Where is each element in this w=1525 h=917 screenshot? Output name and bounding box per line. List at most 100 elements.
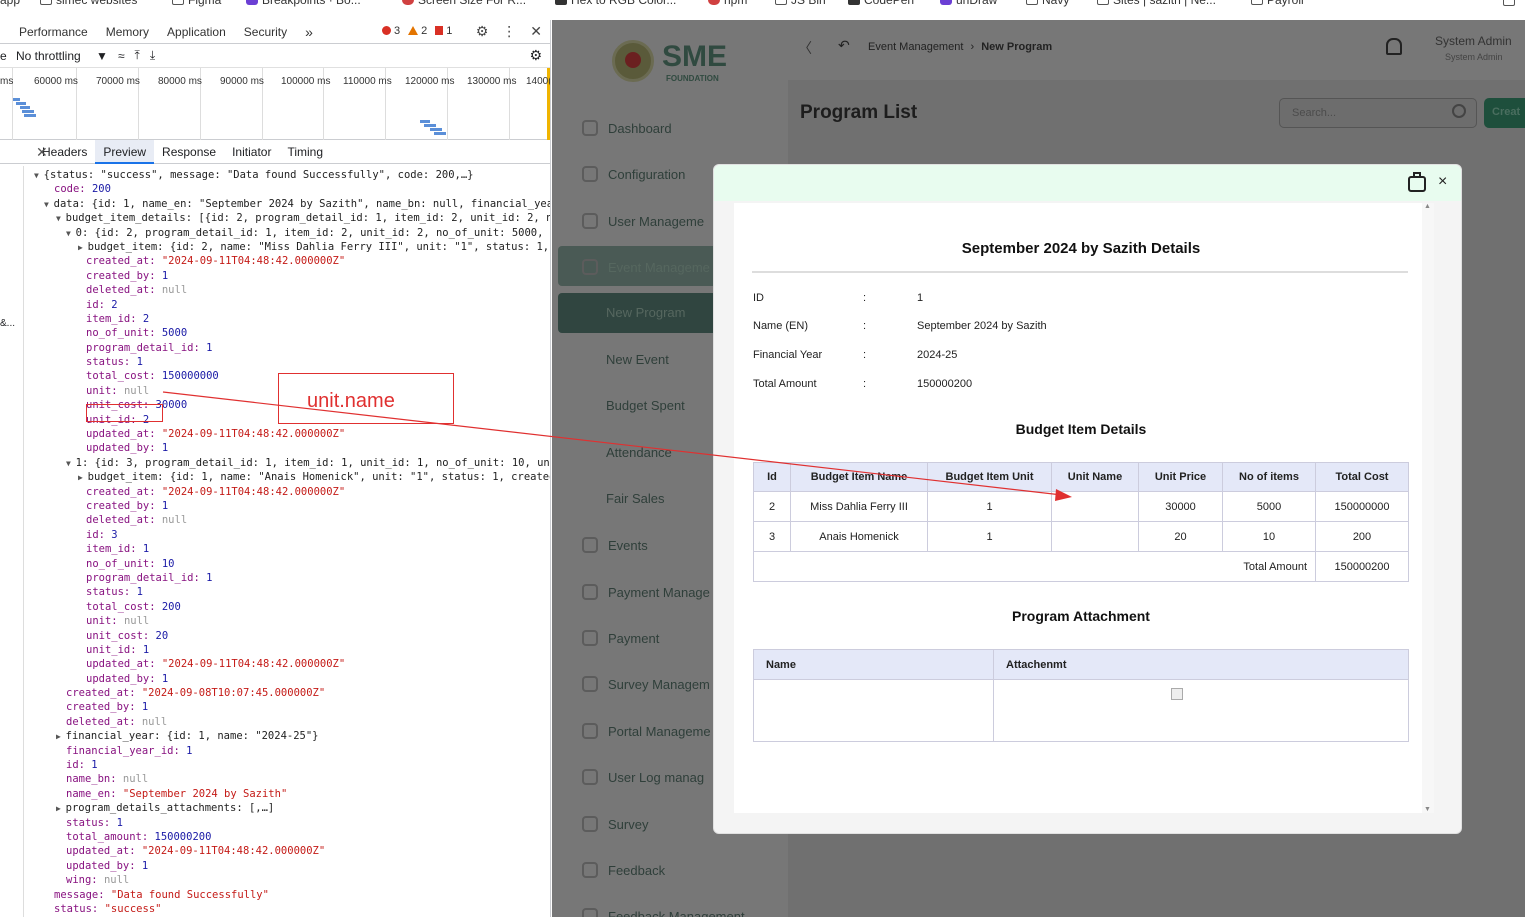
- json-tree-row[interactable]: ▼ {status: "success", message: "Data fou…: [0, 168, 550, 182]
- json-tree-row[interactable]: status: "success": [0, 902, 550, 916]
- json-tree-row[interactable]: created_by: 1: [0, 700, 550, 714]
- sidebar-item[interactable]: Event Manageme: [582, 259, 710, 275]
- tab-memory[interactable]: Memory: [97, 25, 158, 39]
- sidebar-item[interactable]: Budget Spent: [606, 398, 685, 413]
- json-tree-row[interactable]: id: 3: [0, 528, 550, 542]
- bookmark-item[interactable]: Navy: [1026, 0, 1069, 7]
- sidebar-item[interactable]: Survey Managem: [582, 676, 710, 692]
- json-tree-row[interactable]: unit_id: 1: [0, 643, 550, 657]
- json-tree-row[interactable]: unit: null: [0, 614, 550, 628]
- expand-toggle-icon[interactable]: ▼: [56, 214, 66, 223]
- subtab-preview[interactable]: Preview: [95, 139, 155, 164]
- json-tree-row[interactable]: ▼ 1: {id: 3, program_detail_id: 1, item_…: [0, 456, 550, 470]
- json-tree-row[interactable]: updated_at: "2024-09-11T04:48:42.000000Z…: [0, 427, 550, 441]
- json-tree-row[interactable]: status: 1: [0, 816, 550, 830]
- json-tree-row[interactable]: ▼ data: {id: 1, name_en: "September 2024…: [0, 197, 550, 211]
- json-tree-row[interactable]: financial_year_id: 1: [0, 744, 550, 758]
- settings-gear-icon[interactable]: ⚙: [476, 23, 489, 40]
- json-tree-row[interactable]: ▶ program_details_attachments: [,…]: [0, 801, 550, 815]
- sidebar-item[interactable]: Dashboard: [582, 120, 672, 136]
- tab-security[interactable]: Security: [235, 25, 296, 39]
- json-tree-row[interactable]: deleted_at: null: [0, 283, 550, 297]
- wifi-icon[interactable]: ≈: [118, 49, 125, 63]
- breadcrumb-event-management[interactable]: Event Management: [868, 41, 963, 53]
- search-input[interactable]: Search...: [1279, 98, 1477, 128]
- json-tree-row[interactable]: deleted_at: null: [0, 513, 550, 527]
- json-tree-row[interactable]: unit_cost: 30000: [0, 398, 550, 412]
- bookmark-item[interactable]: Figma: [172, 0, 221, 7]
- network-timeline[interactable]: ms 60000 ms 70000 ms 80000 ms 90000 ms 100000…: [0, 68, 550, 140]
- json-tree-row[interactable]: updated_at: "2024-09-11T04:48:42.000000Z…: [0, 844, 550, 858]
- print-icon[interactable]: [1408, 172, 1426, 192]
- sidebar-item[interactable]: New Event: [606, 352, 669, 367]
- tab-performance[interactable]: Performance: [10, 25, 97, 39]
- sidebar-item[interactable]: Fair Sales: [606, 491, 665, 506]
- json-tree-row[interactable]: unit_id: 2: [0, 413, 550, 427]
- json-tree-row[interactable]: created_at: "2024-09-11T04:48:42.000000Z…: [0, 254, 550, 268]
- json-tree-row[interactable]: updated_by: 1: [0, 672, 550, 686]
- expand-toggle-icon[interactable]: ▼: [66, 229, 76, 238]
- close-detail-icon[interactable]: ✕: [36, 144, 48, 161]
- sidebar-item[interactable]: Payment: [582, 630, 659, 646]
- json-tree-row[interactable]: unit_cost: 20: [0, 629, 550, 643]
- bookmark-item[interactable]: CodePen: [848, 0, 914, 7]
- bookmark-item[interactable]: simec websites: [40, 0, 137, 7]
- expand-toggle-icon[interactable]: ▶: [78, 473, 88, 482]
- json-tree-row[interactable]: unit: null: [0, 384, 550, 398]
- bookmark-item[interactable]: Hex to RGB Color...: [555, 0, 676, 7]
- bookmark-item[interactable]: Screen Size For R...: [402, 0, 526, 7]
- bookmark-item[interactable]: JS Bin: [775, 0, 826, 7]
- json-tree-row[interactable]: wing: null: [0, 873, 550, 887]
- sidebar-item[interactable]: Survey: [582, 816, 648, 832]
- sidebar-item[interactable]: Attendance: [606, 445, 672, 460]
- throttling-select[interactable]: No throttling ▼: [16, 49, 108, 63]
- json-tree-row[interactable]: name_en: "September 2024 by Sazith": [0, 787, 550, 801]
- json-tree-row[interactable]: total_cost: 150000000: [0, 369, 550, 383]
- json-tree-row[interactable]: message: "Data found Successfully": [0, 888, 550, 902]
- sidebar-item[interactable]: Feedback Management: [582, 908, 745, 917]
- expand-toggle-icon[interactable]: ▼: [44, 200, 54, 209]
- json-tree-row[interactable]: total_cost: 200: [0, 600, 550, 614]
- json-tree-row[interactable]: program_detail_id: 1: [0, 571, 550, 585]
- sidebar-item[interactable]: Payment Manage: [582, 584, 710, 600]
- bookmark-item[interactable]: Payroll: [1251, 0, 1304, 7]
- expand-toggle-icon[interactable]: ▶: [78, 243, 88, 252]
- expand-toggle-icon[interactable]: ▼: [66, 459, 76, 468]
- json-tree-row[interactable]: ▶ budget_item: {id: 1, name: "Anais Home…: [0, 470, 550, 484]
- json-tree-row[interactable]: code: 200: [0, 182, 550, 196]
- sidebar-item[interactable]: Feedback: [582, 862, 665, 878]
- json-tree-row[interactable]: total_amount: 150000200: [0, 830, 550, 844]
- json-tree-row[interactable]: updated_by: 1: [0, 859, 550, 873]
- subtab-initiator[interactable]: Initiator: [224, 140, 279, 164]
- json-tree-row[interactable]: name_bn: null: [0, 772, 550, 786]
- back-arrow-icon[interactable]: ↶: [838, 37, 850, 54]
- json-tree-row[interactable]: id: 2: [0, 298, 550, 312]
- sidebar-item[interactable]: Portal Manageme: [582, 723, 711, 739]
- network-settings-gear-icon[interactable]: ⚙: [529, 47, 542, 64]
- bookmark-item[interactable]: Sites | sazith | Ne...: [1097, 0, 1216, 7]
- expand-toggle-icon[interactable]: ▶: [56, 804, 66, 813]
- download-icon[interactable]: ⤓: [150, 48, 155, 63]
- more-tabs-button[interactable]: »: [296, 24, 322, 40]
- close-modal-icon[interactable]: ×: [1438, 173, 1447, 191]
- json-tree-row[interactable]: ▼ budget_item_details: [{id: 2, program_…: [0, 211, 550, 225]
- json-tree-row[interactable]: no_of_unit: 10: [0, 557, 550, 571]
- json-tree-row[interactable]: id: 1: [0, 758, 550, 772]
- json-tree-row[interactable]: program_detail_id: 1: [0, 341, 550, 355]
- json-tree-row[interactable]: updated_by: 1: [0, 441, 550, 455]
- json-tree-row[interactable]: no_of_unit: 5000: [0, 326, 550, 340]
- issues-counter[interactable]: 3 2 1: [382, 25, 452, 37]
- expand-toggle-icon[interactable]: ▼: [34, 171, 44, 180]
- kebab-menu-icon[interactable]: ⋮: [502, 23, 516, 40]
- json-tree-row[interactable]: ▶ budget_item: {id: 2, name: "Miss Dahli…: [0, 240, 550, 254]
- json-tree-row[interactable]: created_by: 1: [0, 499, 550, 513]
- sidebar-item[interactable]: User Log manag: [582, 769, 704, 785]
- json-tree-row[interactable]: updated_at: "2024-09-11T04:48:42.000000Z…: [0, 657, 550, 671]
- json-tree-row[interactable]: ▼ 0: {id: 2, program_detail_id: 1, item_…: [0, 226, 550, 240]
- sidebar-item[interactable]: User Manageme: [582, 213, 704, 229]
- close-devtools-icon[interactable]: ✕: [530, 23, 542, 40]
- expand-toggle-icon[interactable]: ▶: [56, 732, 66, 741]
- bookmark-folder-icon[interactable]: [1503, 0, 1515, 6]
- subtab-timing[interactable]: Timing: [279, 140, 331, 164]
- json-tree-row[interactable]: created_at: "2024-09-11T04:48:42.000000Z…: [0, 485, 550, 499]
